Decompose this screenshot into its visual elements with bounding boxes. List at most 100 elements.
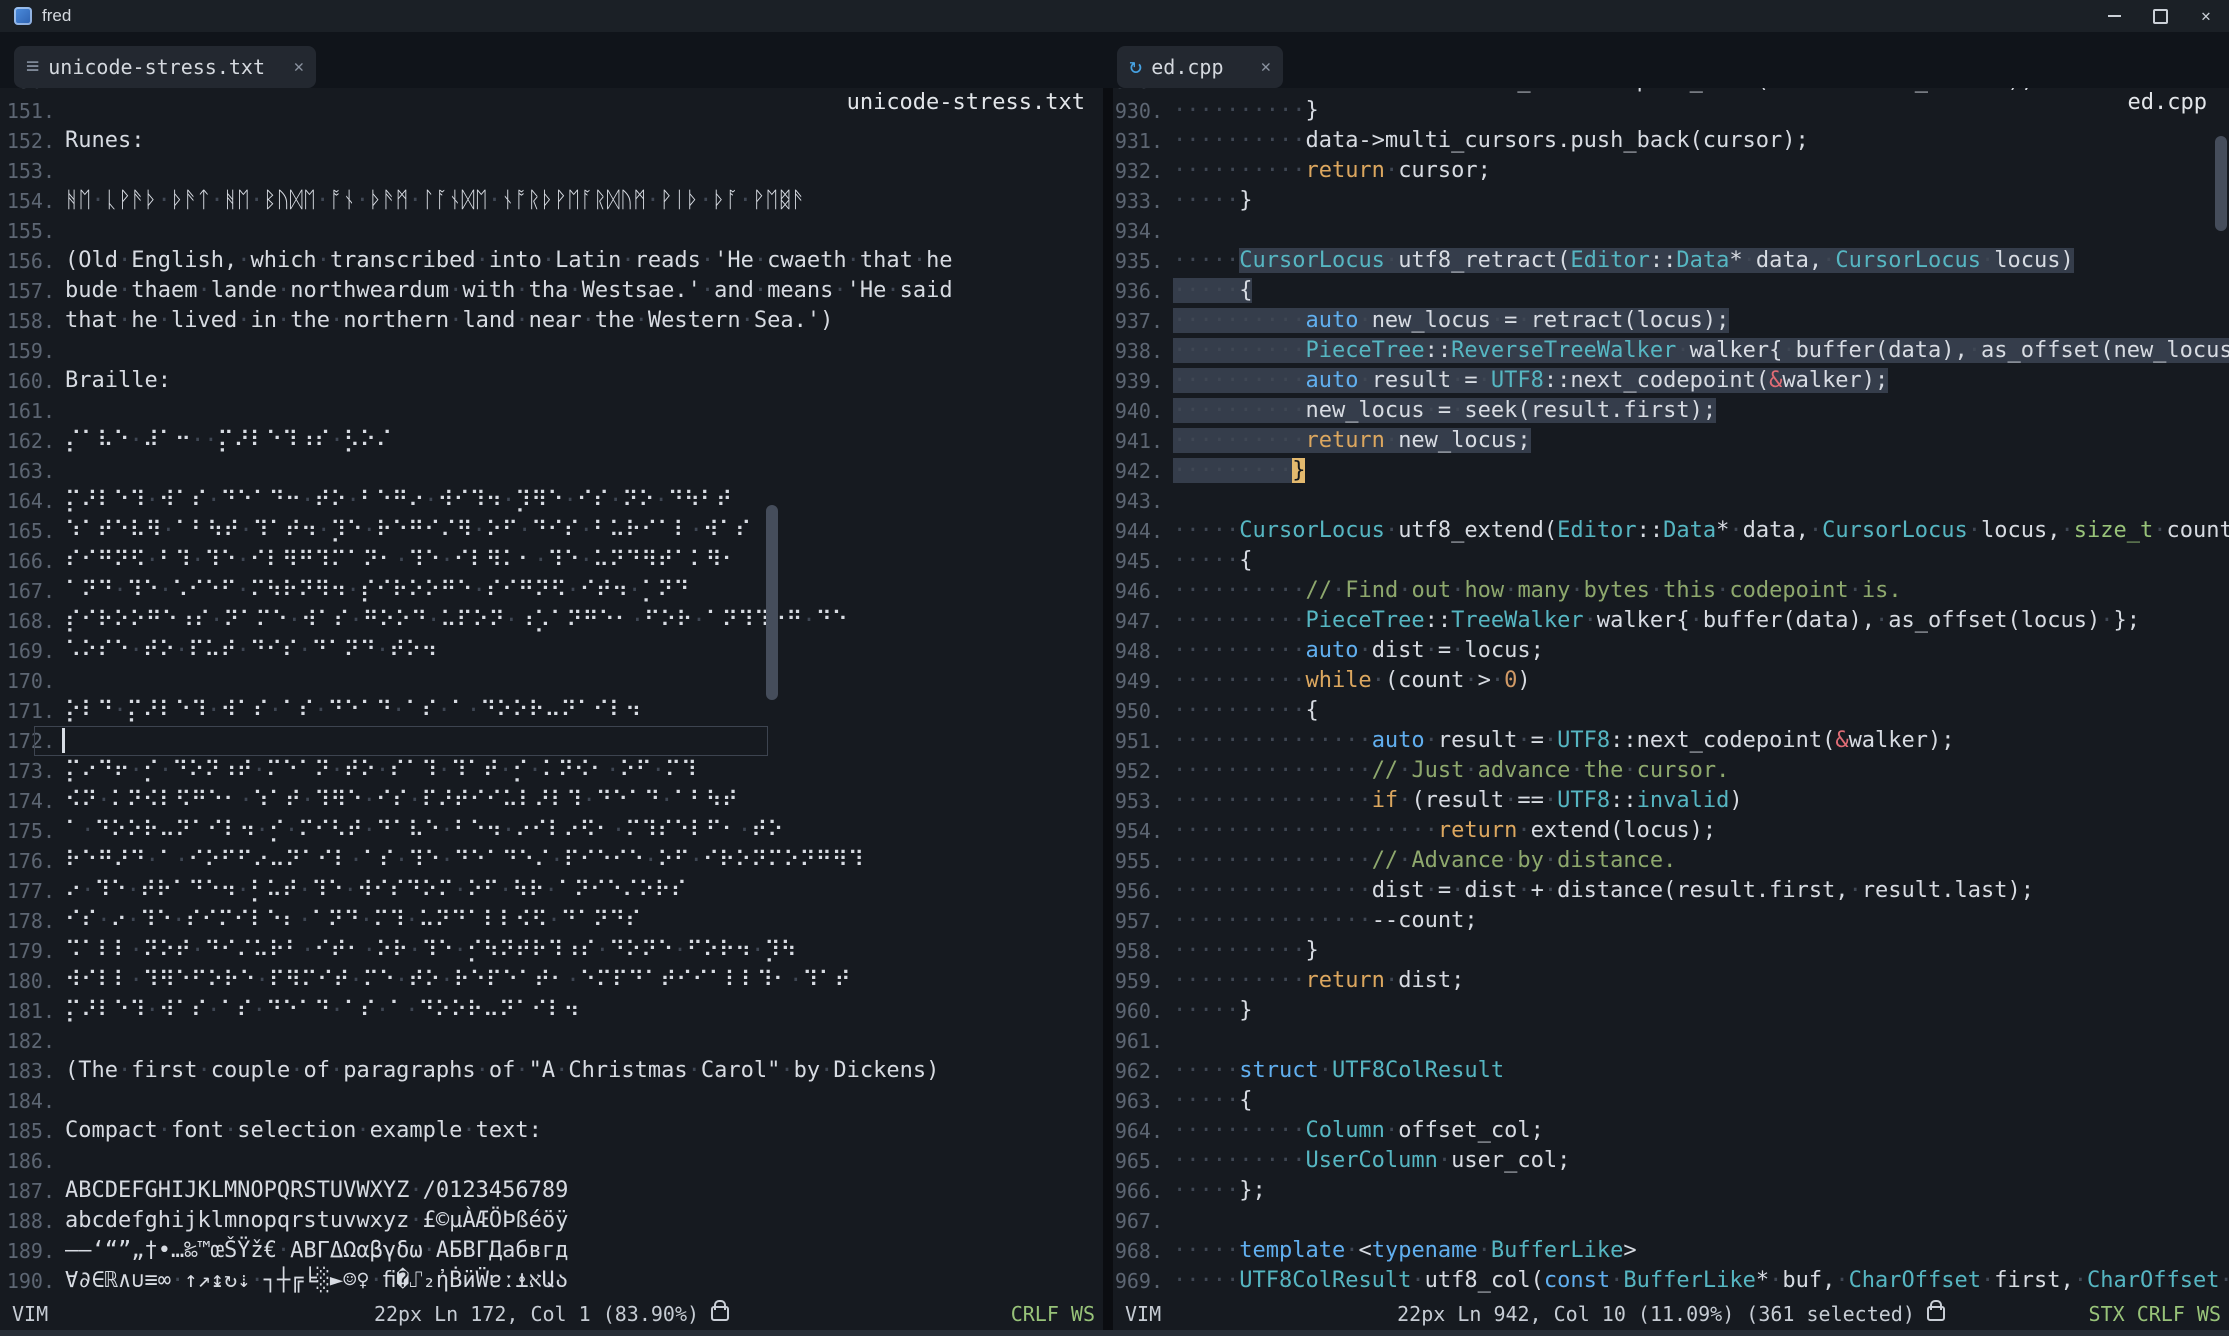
code-line[interactable]: 955.···············//·Advance·by·distanc… [1113,846,2229,876]
code-line[interactable]: 154.ᚻᛖ·ᚳᚹᚫᚦ·ᚦᚫᛏ·ᚻᛖ·ᛒᚢᛞᛖ·ᚩᚾ·ᚦᚫᛗ·ᛚᚪᚾᛞᛖ·ᚾᚩᚱ… [6,186,1103,216]
code-line[interactable]: 186. [6,1146,1103,1176]
whitespace-dots: ····· [1173,188,1239,213]
code-line[interactable]: 179.⠩⠁⠇⠇·⠝⠕⠞·⠙⠊⠌⠥⠗⠃·⠊⠞⠂·⠕⠗·⠹⠑·⡊⠳⠝⠞⠗⠹⠰⠎·⠙… [6,936,1103,966]
editor-pane-left[interactable]: 150.እግርህን·በፍራሽህ·ልክ·ዘርጋ።151.152.Runes:153… [0,88,1103,1298]
code-line[interactable]: 173.⡍⠔⠙⠖·⡊·⠙⠕⠝⠰⠞·⠍⠑⠁⠝·⠞⠕·⠎⠁⠹·⠹⠁⠞·⡊·⠅⠝⠪⠂·… [6,756,1103,786]
code-line[interactable]: 954.····················return·extend(lo… [1113,816,2229,846]
code-line[interactable]: 944.·····CursorLocus·utf8_extend(Editor:… [1113,516,2229,546]
code-line[interactable]: 931.··········data->multi_cursors.push_b… [1113,126,2229,156]
code-line[interactable]: 952.···············//·Just·advance·the·c… [1113,756,2229,786]
code-line[interactable]: 947.··········PieceTree::TreeWalker·walk… [1113,606,2229,636]
code-line[interactable]: 943. [1113,486,2229,516]
code-line[interactable]: 929.···············data->multi_cursors.p… [1113,88,2229,96]
code-line[interactable]: 950.··········{ [1113,696,2229,726]
code-line[interactable]: 951.···············auto·result·=·UTF8::n… [1113,726,2229,756]
code-line[interactable]: 935.·····CursorLocus·utf8_retract(Editor… [1113,246,2229,276]
code-line[interactable]: 156.(Old·English,·which·transcribed·into… [6,246,1103,276]
code-line[interactable]: 181.⡍⠜⠇⠑⠹·⠺⠁⠎·⠁⠎·⠙⠑⠁⠙·⠁⠎·⠁·⠙⠕⠕⠗⠤⠝⠁⠊⠇⠲ [6,996,1103,1026]
code-line[interactable]: 182. [6,1026,1103,1056]
code-line[interactable]: 966.·····}; [1113,1176,2229,1206]
pane-divider[interactable] [1103,88,1113,1336]
code-line[interactable]: 956.···············dist·=·dist·+·distanc… [1113,876,2229,906]
code-line[interactable]: 158.that·he·lived·in·the·northern·land·n… [6,306,1103,336]
code-line[interactable]: 963.·····{ [1113,1086,2229,1116]
code-line[interactable]: 188.abcdefghijklmnopqrstuvwxyz·£©µÀÆÖÞßé… [6,1206,1103,1236]
code-line[interactable]: 965.··········UserColumn·user_col; [1113,1146,2229,1176]
scrollbar-thumb[interactable] [2215,136,2227,231]
code-line[interactable]: 932.··········return·cursor; [1113,156,2229,186]
code-line[interactable]: 159. [6,336,1103,366]
code-line[interactable]: 155. [6,216,1103,246]
code-line[interactable]: 163. [6,456,1103,486]
code-line[interactable]: 959.··········return·dist; [1113,966,2229,996]
code-line[interactable]: 178.⠊⠎·⠔·⠹⠑·⠎⠊⠍⠊⠇⠑⠆·⠁⠝⠙·⠍⠹·⠥⠝⠙⠁⠇⠇⠪⠫·⠙⠁⠝⠙… [6,906,1103,936]
code-line[interactable]: 161. [6,396,1103,426]
code-line[interactable]: 962.·····struct·UTF8ColResult [1113,1056,2229,1086]
code-line[interactable]: 164.⡍⠜⠇⠑⠹·⠺⠁⠎·⠙⠑⠁⠙⠒·⠞⠕·⠃⠑⠛⠔·⠺⠊⠹⠲·⡹⠻⠑·⠊⠎·… [6,486,1103,516]
editor-pane-right[interactable]: 929.···············data->multi_cursors.p… [1113,88,2229,1298]
token: ⠙⠕⠕⠗⠤⠝⠁⠊⠇⠲ [418,998,579,1023]
code-line[interactable]: 184. [6,1086,1103,1116]
code-line[interactable]: 187.ABCDEFGHIJKLMNOPQRSTUVWXYZ·/01234567… [6,1176,1103,1206]
code-line[interactable]: 958.··········} [1113,936,2229,966]
code-line[interactable]: 942.·········} [1113,456,2229,486]
code-line[interactable]: 941.··········return·new_locus; [1113,426,2229,456]
code-line[interactable]: 953.···············if·(result·==·UTF8::i… [1113,786,2229,816]
code-line[interactable]: 934. [1113,216,2229,246]
code-line[interactable]: 960.·····} [1113,996,2229,1026]
code-line[interactable]: 189.–—‘“”„†•…‰™œŠŸž€·ΑΒΓΔΩαβγδω·АБВГДабв… [6,1236,1103,1266]
code-line[interactable]: 175.⠁·⠙⠕⠕⠗⠤⠝⠁⠊⠇⠲·⡊·⠍⠊⠣⠞·⠙⠁⠧⠑·⠃⠑⠲·⠔⠊⠇⠔⠫⠂·… [6,816,1103,846]
code-line[interactable]: 174.⠪⠝·⠅⠝⠪⠇⠫⠛⠑⠂·⠱⠁⠞·⠹⠻⠑·⠊⠎·⠏⠜⠞⠊⠊⠥⠇⠜⠇⠹·⠙⠑… [6,786,1103,816]
line-content: ···············auto·result·=·UTF8::next_… [1173,726,1955,756]
code-line[interactable]: 937.··········auto·new_locus·=·retract(l… [1113,306,2229,336]
code-line[interactable]: 167.⠁⠝⠙·⠹⠑·⠡⠊⠑⠋·⠍⠳⠗⠝⠻⠲·⡎⠊⠗⠕⠕⠛⠑·⠎⠊⠛⠝⠫·⠊⠞⠲… [6,576,1103,606]
code-line[interactable]: 170. [6,666,1103,696]
code-line[interactable]: 949.··········while·(count·>·0) [1113,666,2229,696]
code-line[interactable]: 153. [6,156,1103,186]
horizontal-scrollbar-track[interactable] [0,1330,2229,1336]
whitespace-dots: · [330,1058,343,1083]
code-line[interactable]: 190.∀∂∈ℝ∧∪≡∞·↑↗↨↻⇣·┐┼╔╘░►☺♀·ﬁ�⑀₂ἠḂӥẄɐː⍎א… [6,1266,1103,1296]
code-line[interactable]: 177.⠔·⠹⠑·⠞⠗⠁⠙⠑⠲·⡃⠥⠞·⠹⠑·⠺⠊⠎⠙⠕⠍·⠕⠋·⠳⠗·⠁⠝⠊⠑… [6,876,1103,906]
code-line[interactable]: 940.··········new_locus·=·seek(result.fi… [1113,396,2229,426]
code-line[interactable]: 945.·····{ [1113,546,2229,576]
minimize-button[interactable] [2091,0,2137,32]
code-line[interactable]: 160.Braille: [6,366,1103,396]
maximize-button[interactable] [2137,0,2183,32]
whitespace-dots: · [566,968,579,993]
tab-close-icon[interactable]: ✕ [1261,57,1271,77]
code-line[interactable]: 165.⠱⠁⠞⠑⠧⠻·⠁⠃⠳⠞·⠹⠁⠞⠲·⡹⠑·⠗⠑⠛⠊⠌⠻·⠕⠋·⠙⠊⠎·⠃⠥… [6,516,1103,546]
code-line[interactable]: 171.⡕⠇⠙·⡍⠜⠇⠑⠹·⠺⠁⠎·⠁⠎·⠙⠑⠁⠙·⠁⠎·⠁·⠙⠕⠕⠗⠤⠝⠁⠊⠇… [6,696,1103,726]
code-line[interactable]: 169.⠡⠕⠎⠑·⠞⠕·⠏⠥⠞·⠙⠊⠎·⠙⠁⠝⠙·⠞⠕⠲ [6,636,1103,666]
code-line[interactable]: 166.⠎⠊⠛⠝⠫·⠃⠹·⠹⠑·⠊⠇⠻⠛⠹⠍⠁⠝⠂·⠹⠑·⠊⠇⠻⠅⠂·⠹⠑·⠥⠝… [6,546,1103,576]
tab-unicode-stress-txt[interactable]: ≡ unicode-stress.txt ✕ [14,46,316,88]
code-line[interactable]: 176.⠗⠑⠛⠜⠙·⠁·⠊⠕⠋⠋⠔⠤⠝⠁⠊⠇·⠁⠎·⠹⠑·⠙⠑⠁⠙⠑⠌·⠏⠊⠑⠊… [6,846,1103,876]
code-line[interactable]: 939.··········auto·result·=·UTF8::next_c… [1113,366,2229,396]
code-line[interactable]: 933.·····} [1113,186,2229,216]
tab-ed-cpp[interactable]: ↻ ed.cpp ✕ [1117,46,1283,88]
code-line[interactable]: 948.··········auto·dist·=·locus; [1113,636,2229,666]
code-line[interactable]: 172. [6,726,1103,756]
code-line[interactable]: 967. [1113,1206,2229,1236]
code-line[interactable]: 180.⠺⠊⠇⠇·⠹⠻⠑⠋⠕⠗⠑·⠏⠻⠍⠊⠞·⠍⠑·⠞⠕·⠗⠑⠏⠑⠁⠞⠂·⠑⠍⠏… [6,966,1103,996]
code-line[interactable]: 938.··········PieceTree::ReverseTreeWalk… [1113,336,2229,366]
tab-close-icon[interactable]: ✕ [294,57,304,77]
code-line[interactable]: 936.·····{ [1113,276,2229,306]
code-line[interactable]: 183.(The·first·couple·of·paragraphs·of·"… [6,1056,1103,1086]
scrollbar-thumb[interactable] [766,505,778,700]
line-content: ⠡⠕⠎⠑·⠞⠕·⠏⠥⠞·⠙⠊⠎·⠙⠁⠝⠙·⠞⠕⠲ [65,636,437,666]
code-line[interactable]: 961. [1113,1026,2229,1056]
code-line[interactable]: 157.bude·thaem·lande·northweardum·with·t… [6,276,1103,306]
code-line[interactable]: 957.···············--count; [1113,906,2229,936]
code-line[interactable]: 168.⡎⠊⠗⠕⠕⠛⠑⠰⠎·⠝⠁⠍⠑·⠺⠁⠎·⠛⠕⠕⠙·⠥⠏⠕⠝·⠰⡡⠁⠝⠛⠑⠂… [6,606,1103,636]
code-line[interactable]: 968.·····template·<typename·BufferLike> [1113,1236,2229,1266]
code-line[interactable]: 185.Compact·font·selection·example·text: [6,1116,1103,1146]
code-line[interactable]: 946.··········//·Find·out·how·many·bytes… [1113,576,2229,606]
code-line[interactable]: 964.··········Column·offset_col; [1113,1116,2229,1146]
close-button[interactable]: ✕ [2183,0,2229,32]
code-line[interactable]: 969.·····UTF8ColResult·utf8_col(const·Bu… [1113,1266,2229,1296]
whitespace-dots: · [738,818,751,843]
code-line[interactable]: 162.⡌⠁⠧⠑·⠼⠁⠒··⡍⠜⠇⠑⠹⠰⠎·⡣⠕⠌ [6,426,1103,456]
code-line[interactable]: 930.··········} [1113,96,2229,126]
code-line[interactable]: 152.Runes: [6,126,1103,156]
